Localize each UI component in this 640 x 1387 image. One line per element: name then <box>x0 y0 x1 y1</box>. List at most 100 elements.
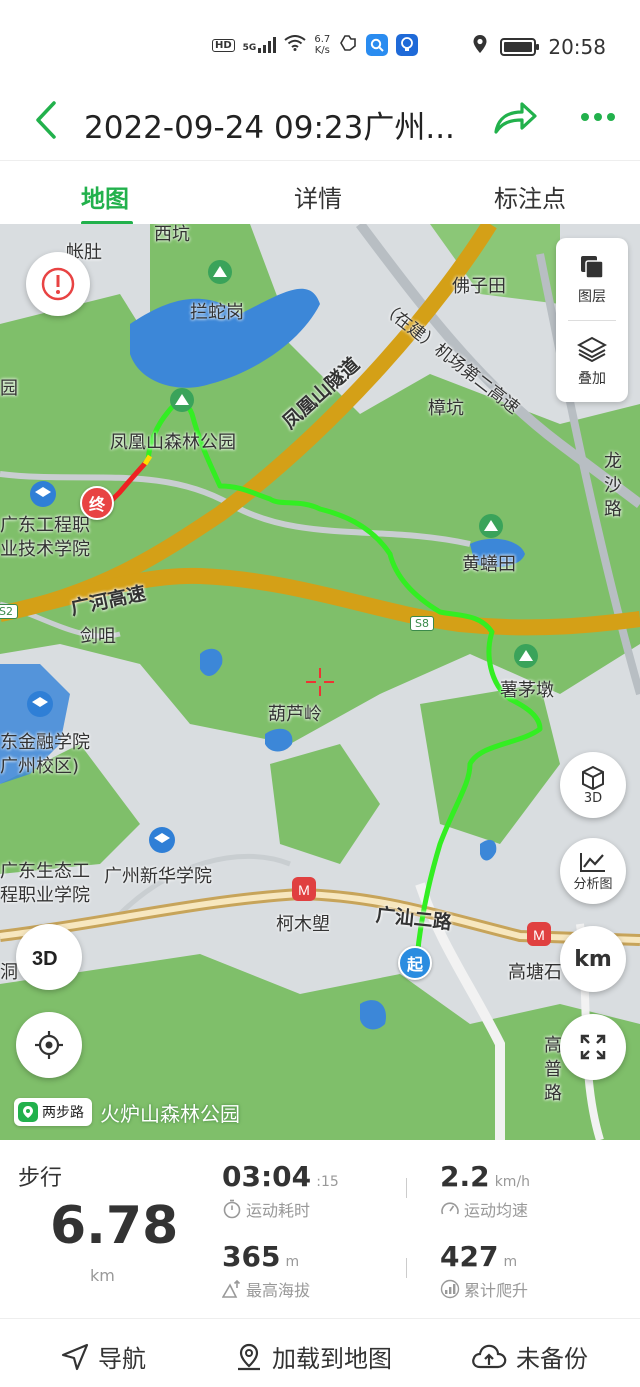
report-button[interactable] <box>26 252 90 316</box>
unit-toggle-button[interactable]: km <box>560 926 626 992</box>
layers-icon <box>581 256 604 279</box>
place-label: 拦蛇岗 <box>190 302 244 323</box>
more-dot-icon <box>581 113 589 121</box>
share-arrow-icon <box>494 102 537 134</box>
svg-text:M: M <box>298 882 310 898</box>
school-icon <box>27 691 53 717</box>
wifi-icon <box>284 35 306 55</box>
climb-label: 累计爬升 <box>464 1281 529 1300</box>
navigation-arrow-icon <box>61 1343 89 1370</box>
end-marker[interactable]: 终 <box>80 486 114 520</box>
place-label: 广州校区) <box>0 756 80 777</box>
max-altitude-stat: 365 m 最高海拔 <box>222 1240 310 1301</box>
stopwatch-icon <box>223 1199 241 1219</box>
school-icon <box>149 827 175 853</box>
place-label: 柯木塱 <box>276 914 330 935</box>
divider <box>406 1258 407 1278</box>
more-button[interactable] <box>578 102 618 132</box>
load-to-map-label: 加载到地图 <box>272 1345 392 1373</box>
climb-chart-icon <box>440 1279 460 1299</box>
load-to-map-button[interactable]: 加载到地图 <box>234 1339 392 1374</box>
cube-icon <box>582 765 604 790</box>
analysis-button[interactable]: 分析图 <box>560 838 626 904</box>
speedometer-icon <box>441 1202 459 1215</box>
climb-stat: 427 m 累计爬升 <box>440 1240 528 1301</box>
max-altitude-value: 365 <box>222 1240 281 1273</box>
location-icon <box>472 34 488 59</box>
view-3d-label: 3D <box>583 790 603 806</box>
navigate-label: 导航 <box>98 1345 146 1373</box>
chart-icon <box>580 852 605 872</box>
place-label: 广东工程职业技术学院 <box>0 515 90 560</box>
locate-button[interactable] <box>16 1012 82 1078</box>
climb-value: 427 <box>440 1240 499 1273</box>
terrain-3d-button[interactable]: 3D <box>16 924 82 990</box>
network-speed: 6.7 K/s <box>314 34 330 56</box>
max-altitude-unit: m <box>285 1254 300 1270</box>
brand-name: 两步路 <box>42 1105 84 1121</box>
metro-icon: M <box>292 877 316 901</box>
signal-gen-label: 5G <box>242 43 257 53</box>
max-altitude-label: 最高海拔 <box>246 1281 311 1300</box>
road-badge-s8: S8 <box>410 616 434 631</box>
tab-markers[interactable]: 标注点 <box>494 179 566 214</box>
duration-seconds: :15 <box>316 1174 339 1190</box>
divider <box>406 1178 407 1198</box>
avg-speed-unit: km/h <box>494 1174 531 1190</box>
place-label: 佛子田 <box>452 276 506 297</box>
place-label: 西坑 <box>154 224 190 245</box>
backup-label: 未备份 <box>516 1345 588 1373</box>
search-app-icon <box>366 34 389 56</box>
overlay-label: 叠加 <box>578 371 606 387</box>
share-button[interactable] <box>492 98 538 138</box>
start-marker[interactable]: 起 <box>398 946 432 980</box>
cloud-upload-icon <box>472 1344 507 1368</box>
place-label: 薯茅墩 <box>500 680 554 701</box>
brand-logo-icon <box>18 1102 38 1122</box>
tab-details[interactable]: 详情 <box>294 179 342 214</box>
brand-badge: 两步路 <box>14 1098 92 1126</box>
duration-stat: 03:04 :15 运动耗时 <box>222 1160 339 1221</box>
activity-mode: 步行 <box>18 1166 63 1191</box>
backup-button[interactable]: 未备份 <box>470 1339 588 1374</box>
hand-icon <box>338 33 358 57</box>
place-label: 广东生态工程职业学院 <box>0 861 90 906</box>
fullscreen-button[interactable] <box>560 1014 626 1080</box>
status-left: HD 5G 6.7 K/s <box>212 33 419 57</box>
back-button[interactable] <box>26 100 66 140</box>
place-label: 高塘石 <box>508 962 562 983</box>
battery-icon <box>500 37 540 56</box>
status-right: 20:58 <box>472 34 606 59</box>
crosshair-icon <box>35 1031 63 1059</box>
page-title: 2022-09-24 09:23广州... <box>84 110 455 146</box>
poi-mountain-icon <box>208 260 232 284</box>
stack-icon <box>577 336 607 362</box>
layers-button[interactable]: 图层 <box>556 240 628 320</box>
place-label: 樟坑 <box>428 398 464 419</box>
battery-fill <box>504 41 533 52</box>
navigate-button[interactable]: 导航 <box>60 1339 146 1374</box>
road-badge-s2: S2 <box>0 604 18 619</box>
analysis-label: 分析图 <box>573 876 613 892</box>
place-label: 广州新华学院 <box>104 866 212 887</box>
tab-map[interactable]: 地图 <box>81 179 129 214</box>
status-bar: HD 5G 6.7 K/s 20:58 <box>0 0 640 90</box>
speed-value: 6.7 <box>314 34 331 45</box>
map-view[interactable]: M M 帐肚 西坑 拦蛇岗 佛子田 凤凰山森林公园 樟坑 广东工程职业技术学院 … <box>0 224 640 1140</box>
tab-bar: 地图 详情 标注点 <box>0 160 640 225</box>
place-label: 火炉山森林公园 <box>100 1102 240 1126</box>
layer-panel: 图层 叠加 <box>556 238 628 402</box>
signal-icon: 5G <box>243 37 277 53</box>
place-label: 剑咀 <box>80 626 116 647</box>
view-3d-button[interactable]: 3D <box>560 752 626 818</box>
overlay-button[interactable]: 叠加 <box>556 322 628 402</box>
distance-unit: km <box>90 1266 115 1285</box>
map-pin-icon <box>238 1343 260 1370</box>
divider <box>568 320 616 321</box>
avg-speed-stat: 2.2 km/h 运动均速 <box>440 1160 530 1221</box>
svg-text:3D: 3D <box>32 948 58 969</box>
svg-text:M: M <box>533 927 545 943</box>
poi-mountain-icon <box>479 514 503 538</box>
place-label: 东金融学院 <box>0 732 90 753</box>
clock: 20:58 <box>548 34 606 59</box>
